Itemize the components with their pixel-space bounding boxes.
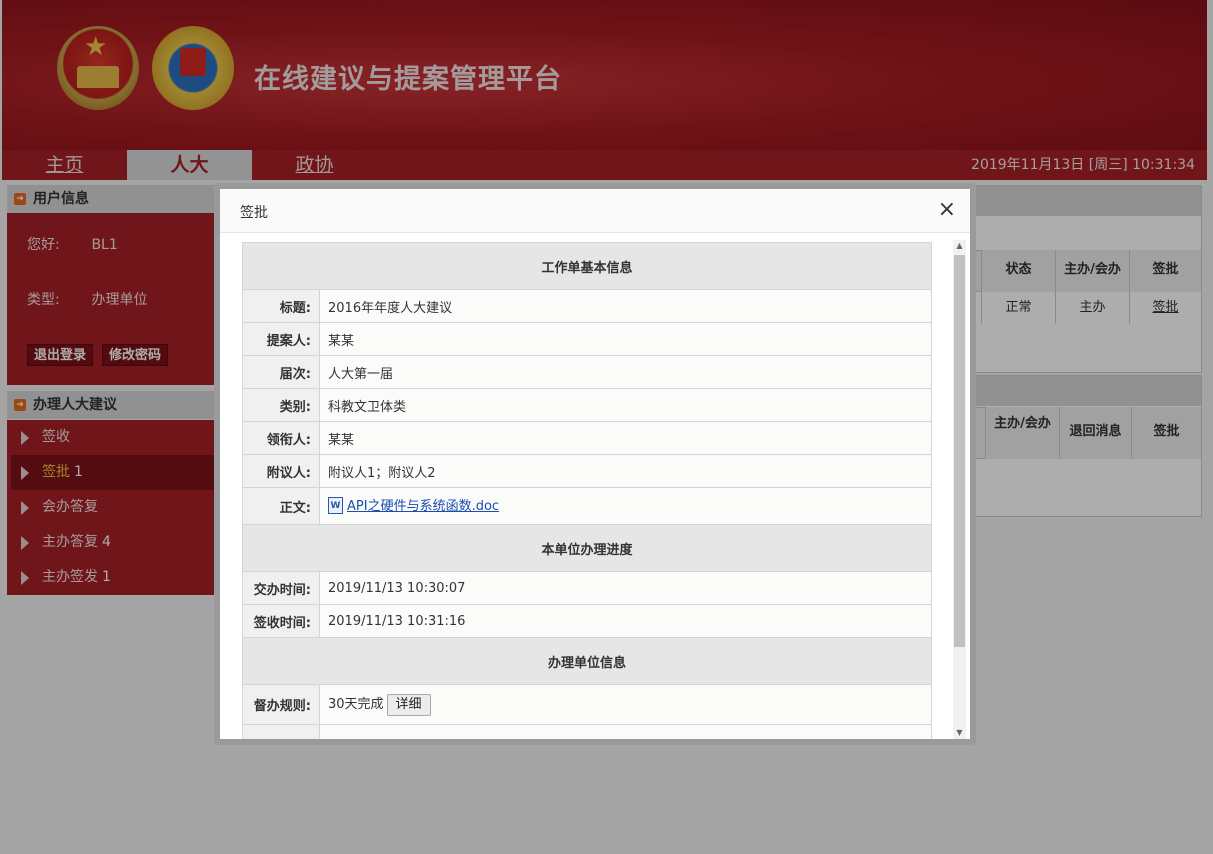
scroll-down-icon[interactable]: ▼ xyxy=(953,727,966,739)
field-label: 附议人: xyxy=(242,454,320,488)
field-label-cutoff xyxy=(242,724,320,739)
rule-text: 30天完成 xyxy=(328,697,384,712)
detail-button[interactable]: 详细 xyxy=(386,694,431,716)
dialog-titlebar: 签批 × xyxy=(220,189,970,233)
scroll-thumb[interactable] xyxy=(954,255,965,647)
field-leader-value: 某某 xyxy=(319,421,932,455)
field-value-cutoff xyxy=(319,724,932,739)
field-label: 标题: xyxy=(242,289,320,323)
approve-dialog: 签批 × 工作单基本信息 标题: 2016年年度人大建议 提案人: 某某 届次: 人大… xyxy=(214,183,976,745)
doc-attachment-link[interactable]: API之硬件与系统函数.doc xyxy=(347,499,499,514)
field-proposer-value: 某某 xyxy=(319,322,932,356)
field-label: 届次: xyxy=(242,355,320,389)
word-doc-icon: W xyxy=(328,496,343,514)
field-title-value: 2016年年度人大建议 xyxy=(319,289,932,323)
field-label: 提案人: xyxy=(242,322,320,356)
field-label: 督办规则: xyxy=(242,684,320,725)
dialog-scrollbar[interactable]: ▲ ▼ xyxy=(953,240,966,739)
field-assign-time: 2019/11/13 10:30:07 xyxy=(319,571,932,605)
dialog-title: 签批 xyxy=(240,205,268,221)
field-session-value: 人大第一届 xyxy=(319,355,932,389)
section-basic: 工作单基本信息 xyxy=(242,242,932,290)
dialog-body[interactable]: 工作单基本信息 标题: 2016年年度人大建议 提案人: 某某 届次: 人大第一届 类… xyxy=(220,234,970,739)
field-label: 正文: xyxy=(242,487,320,525)
field-label: 领衔人: xyxy=(242,421,320,455)
field-category-value: 科教文卫体类 xyxy=(319,388,932,422)
field-label: 交办时间: xyxy=(242,571,320,605)
field-receive-time: 2019/11/13 10:31:16 xyxy=(319,604,932,638)
scroll-up-icon[interactable]: ▲ xyxy=(953,240,966,252)
section-unit: 办理单位信息 xyxy=(242,637,932,685)
field-label: 签收时间: xyxy=(242,604,320,638)
section-progress: 本单位办理进度 xyxy=(242,524,932,572)
field-body-value: W API之硬件与系统函数.doc xyxy=(319,487,932,525)
info-table: 工作单基本信息 标题: 2016年年度人大建议 提案人: 某某 届次: 人大第一届 类… xyxy=(242,242,932,739)
field-rule-value: 30天完成 详细 xyxy=(319,684,932,725)
field-cosigner-value: 附议人1；附议人2 xyxy=(319,454,932,488)
close-icon[interactable]: × xyxy=(938,199,956,221)
field-label: 类别: xyxy=(242,388,320,422)
